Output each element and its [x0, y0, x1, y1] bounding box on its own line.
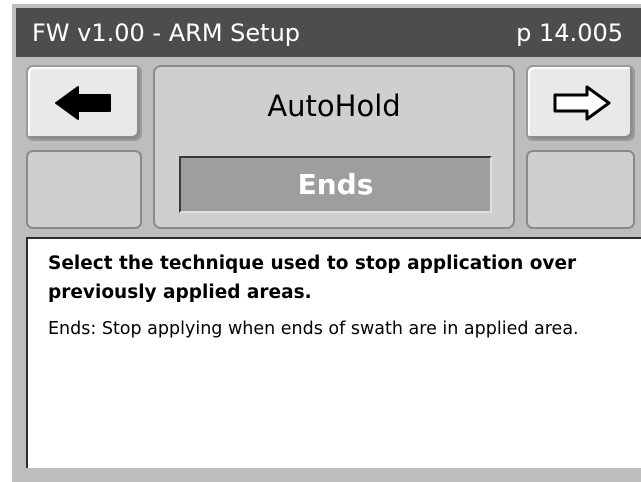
setting-value-selector[interactable]: Ends — [179, 156, 492, 213]
setting-name: AutoHold — [267, 89, 401, 123]
help-panel: Select the technique used to stop applic… — [26, 237, 641, 468]
help-detail: Ends: Stop applying when ends of swath a… — [48, 319, 579, 339]
screen-title: FW v1.00 - ARM Setup — [32, 19, 301, 47]
empty-softkey-right[interactable] — [526, 150, 635, 229]
arm-setup-screen: FW v1.00 - ARM Setup p 14.005 AutoHold E… — [0, 0, 641, 482]
previous-button[interactable] — [26, 65, 142, 141]
next-button[interactable] — [526, 65, 635, 141]
arrow-left-filled-icon — [55, 86, 111, 120]
setting-panel: AutoHold Ends — [153, 65, 515, 229]
help-heading: Select the technique used to stop applic… — [48, 253, 577, 303]
page-number: p 14.005 — [516, 19, 623, 47]
title-bar: FW v1.00 - ARM Setup p 14.005 — [16, 8, 641, 57]
arrow-right-outline-icon — [553, 85, 610, 121]
empty-softkey-left[interactable] — [26, 150, 142, 229]
